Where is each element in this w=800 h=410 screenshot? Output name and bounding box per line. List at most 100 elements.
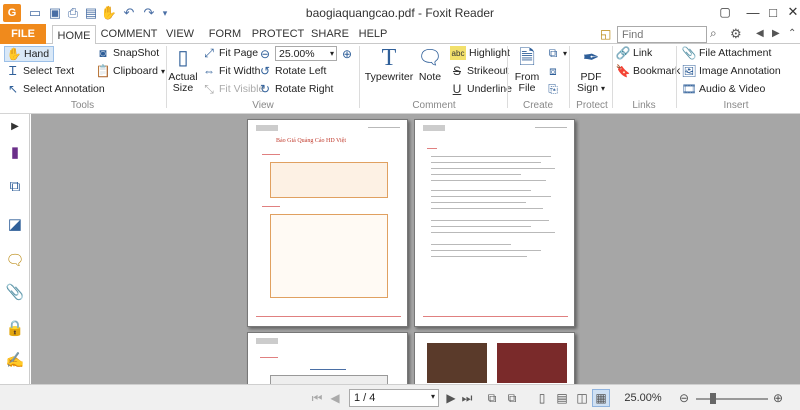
tab-help[interactable]: HELP: [356, 24, 390, 44]
highlight-button[interactable]: abc Highlight: [450, 46, 510, 60]
underline-button[interactable]: U Underline: [450, 82, 512, 96]
tab-home[interactable]: HOME: [52, 25, 96, 45]
pdf-sign-button[interactable]: ✒ PDF Sign ▾: [574, 46, 608, 94]
layers-icon[interactable]: ◪: [6, 214, 24, 234]
zoom-select[interactable]: 25.00% ▾: [275, 46, 337, 61]
paperclip-icon: 📎: [681, 46, 697, 60]
tab-view[interactable]: VIEW: [160, 24, 200, 44]
snapshot-button[interactable]: ◙ SnapShot: [96, 46, 159, 60]
fit-visible-button[interactable]: ⤡ Fit Visible: [202, 82, 264, 96]
zoom-out-status-icon[interactable]: ⊖: [676, 389, 692, 407]
search-options-icon[interactable]: ⌕: [710, 26, 717, 41]
image-annotation-button[interactable]: 🖼 Image Annotation: [681, 64, 780, 78]
close-icon[interactable]: ✕: [780, 2, 800, 22]
page-header-logo: [256, 125, 278, 131]
chevron-down-icon: ▾: [329, 49, 334, 58]
continuous-facing-icon[interactable]: ▦: [592, 389, 610, 407]
select-text-button[interactable]: Ꮖ Select Text: [6, 64, 74, 78]
note-button[interactable]: 🗨 Note: [416, 46, 444, 83]
document-viewport[interactable]: Bảo Giá Quảng Cáo HD Việt: [31, 114, 800, 384]
pen-sign-icon: ✒: [582, 46, 600, 69]
audio-video-button[interactable]: 🎞 Audio & Video: [681, 82, 766, 96]
zoom-out-icon[interactable]: ⊖: [258, 47, 272, 61]
hand-button[interactable]: ✋ Hand: [4, 46, 55, 62]
previous-page-icon[interactable]: ◀: [328, 389, 342, 407]
nav-forward-icon[interactable]: ▶: [772, 28, 780, 39]
ribbon-options-icon[interactable]: ▢: [712, 2, 738, 22]
comments-icon[interactable]: 🗨: [5, 250, 24, 270]
rotate-left-button[interactable]: ↺ Rotate Left: [258, 64, 326, 78]
select-annotation-button[interactable]: ↖ Select Annotation: [6, 82, 105, 96]
underline-label: Underline: [467, 83, 512, 95]
zoom-in-status-icon[interactable]: ⊕: [770, 389, 786, 407]
zoom-slider-thumb[interactable]: [710, 393, 716, 404]
from-file-button[interactable]: 🗎 From File: [512, 46, 542, 94]
create-option-3[interactable]: ⎘: [546, 82, 560, 96]
link-button[interactable]: 🔗 Link: [616, 46, 653, 60]
search-input[interactable]: [617, 26, 707, 43]
strikeout-button[interactable]: S Strikeout: [450, 64, 508, 78]
tab-share[interactable]: SHARE: [310, 24, 350, 44]
single-page-icon[interactable]: ▯: [534, 389, 550, 407]
create-option-1[interactable]: ⧉ ▾: [546, 46, 567, 60]
actual-size-button[interactable]: ▯ Actual Size: [168, 46, 198, 94]
find-tool-icon[interactable]: ◱: [600, 27, 614, 41]
continuous-icon[interactable]: ▤: [554, 389, 570, 407]
expand-panel-icon[interactable]: ▶: [6, 116, 24, 136]
clipboard-button[interactable]: 📋 Clipboard ▾: [96, 64, 165, 78]
film-icon: 🎞: [681, 82, 697, 96]
rotate-right-button[interactable]: ↻ Rotate Right: [258, 82, 333, 96]
from-file-label-2: File: [518, 82, 536, 94]
group-label-tools: Tools: [70, 100, 95, 111]
clipboard-label: Clipboard: [113, 65, 158, 77]
zoom-in-icon[interactable]: ⊕: [340, 47, 354, 61]
next-page-icon[interactable]: ▶: [444, 389, 458, 407]
signature-icon[interactable]: ✍: [6, 350, 25, 370]
attachment-icon[interactable]: 📎: [6, 282, 25, 302]
pages-icon[interactable]: ⧉: [6, 176, 24, 196]
bookmark-button[interactable]: 🔖 Bookmark: [616, 64, 681, 78]
fit-width-button[interactable]: ⇔ Fit Width: [202, 64, 260, 78]
audio-video-label: Audio & Video: [699, 83, 766, 95]
rotate-left-icon: ↺: [259, 64, 271, 78]
snapshot-label: SnapShot: [113, 47, 160, 59]
zoom-value: 25.00%: [279, 47, 315, 60]
create-clipboard-icon: ⎘: [548, 81, 558, 96]
nav-back-icon[interactable]: ◀: [756, 28, 764, 39]
zoom-slider[interactable]: [696, 398, 768, 400]
select-text-label: Select Text: [23, 65, 75, 77]
typewriter-button[interactable]: T Typewriter: [364, 46, 414, 83]
clipboard-icon: 📋: [95, 64, 111, 78]
tab-protect[interactable]: PROTECT: [250, 24, 306, 44]
previous-view-icon[interactable]: ⧉: [484, 389, 500, 407]
collapse-ribbon-icon[interactable]: ⌃: [788, 28, 796, 39]
next-view-icon[interactable]: ⧉: [504, 389, 520, 407]
file-attachment-label: File Attachment: [699, 47, 772, 59]
image-icon: 🖼: [681, 64, 697, 78]
page-image-2: [497, 343, 567, 383]
settings-gear-icon[interactable]: ⚙: [730, 26, 742, 42]
tab-form[interactable]: FORM: [206, 24, 244, 44]
price-table-2: [270, 214, 388, 298]
separator: [507, 46, 508, 108]
select-annotation-label: Select Annotation: [23, 83, 105, 95]
first-page-icon[interactable]: ⏮: [310, 389, 324, 407]
last-page-icon[interactable]: ⏭: [460, 389, 474, 407]
fit-page-button[interactable]: ⤢ Fit Page: [202, 46, 258, 60]
page-thumbnail-icon[interactable]: ▮: [6, 142, 24, 162]
strikeout-icon: S: [452, 64, 461, 78]
create-option-2[interactable]: ⧈: [546, 64, 560, 78]
page-1-title: Bảo Giá Quảng Cáo HD Việt: [276, 138, 347, 144]
strikeout-label: Strikeout: [467, 65, 509, 77]
fit-visible-icon: ⤡: [204, 81, 214, 96]
title-bar: G ▭ ▣ ⎙ ▤ ✋ ↶ ↷ ▾ baogiaquangcao.pdf - F…: [0, 0, 800, 26]
facing-icon[interactable]: ◫: [574, 389, 590, 407]
text-cursor-icon: Ꮖ: [9, 63, 17, 78]
tab-comment[interactable]: COMMENT: [100, 24, 158, 44]
separator: [676, 46, 677, 108]
tab-file[interactable]: FILE: [0, 24, 46, 44]
highlight-label: Highlight: [469, 47, 510, 59]
file-attachment-button[interactable]: 📎 File Attachment: [681, 46, 772, 60]
page-number-input[interactable]: 1 / 4 ▾: [349, 389, 439, 407]
lock-icon[interactable]: 🔒: [6, 318, 25, 338]
